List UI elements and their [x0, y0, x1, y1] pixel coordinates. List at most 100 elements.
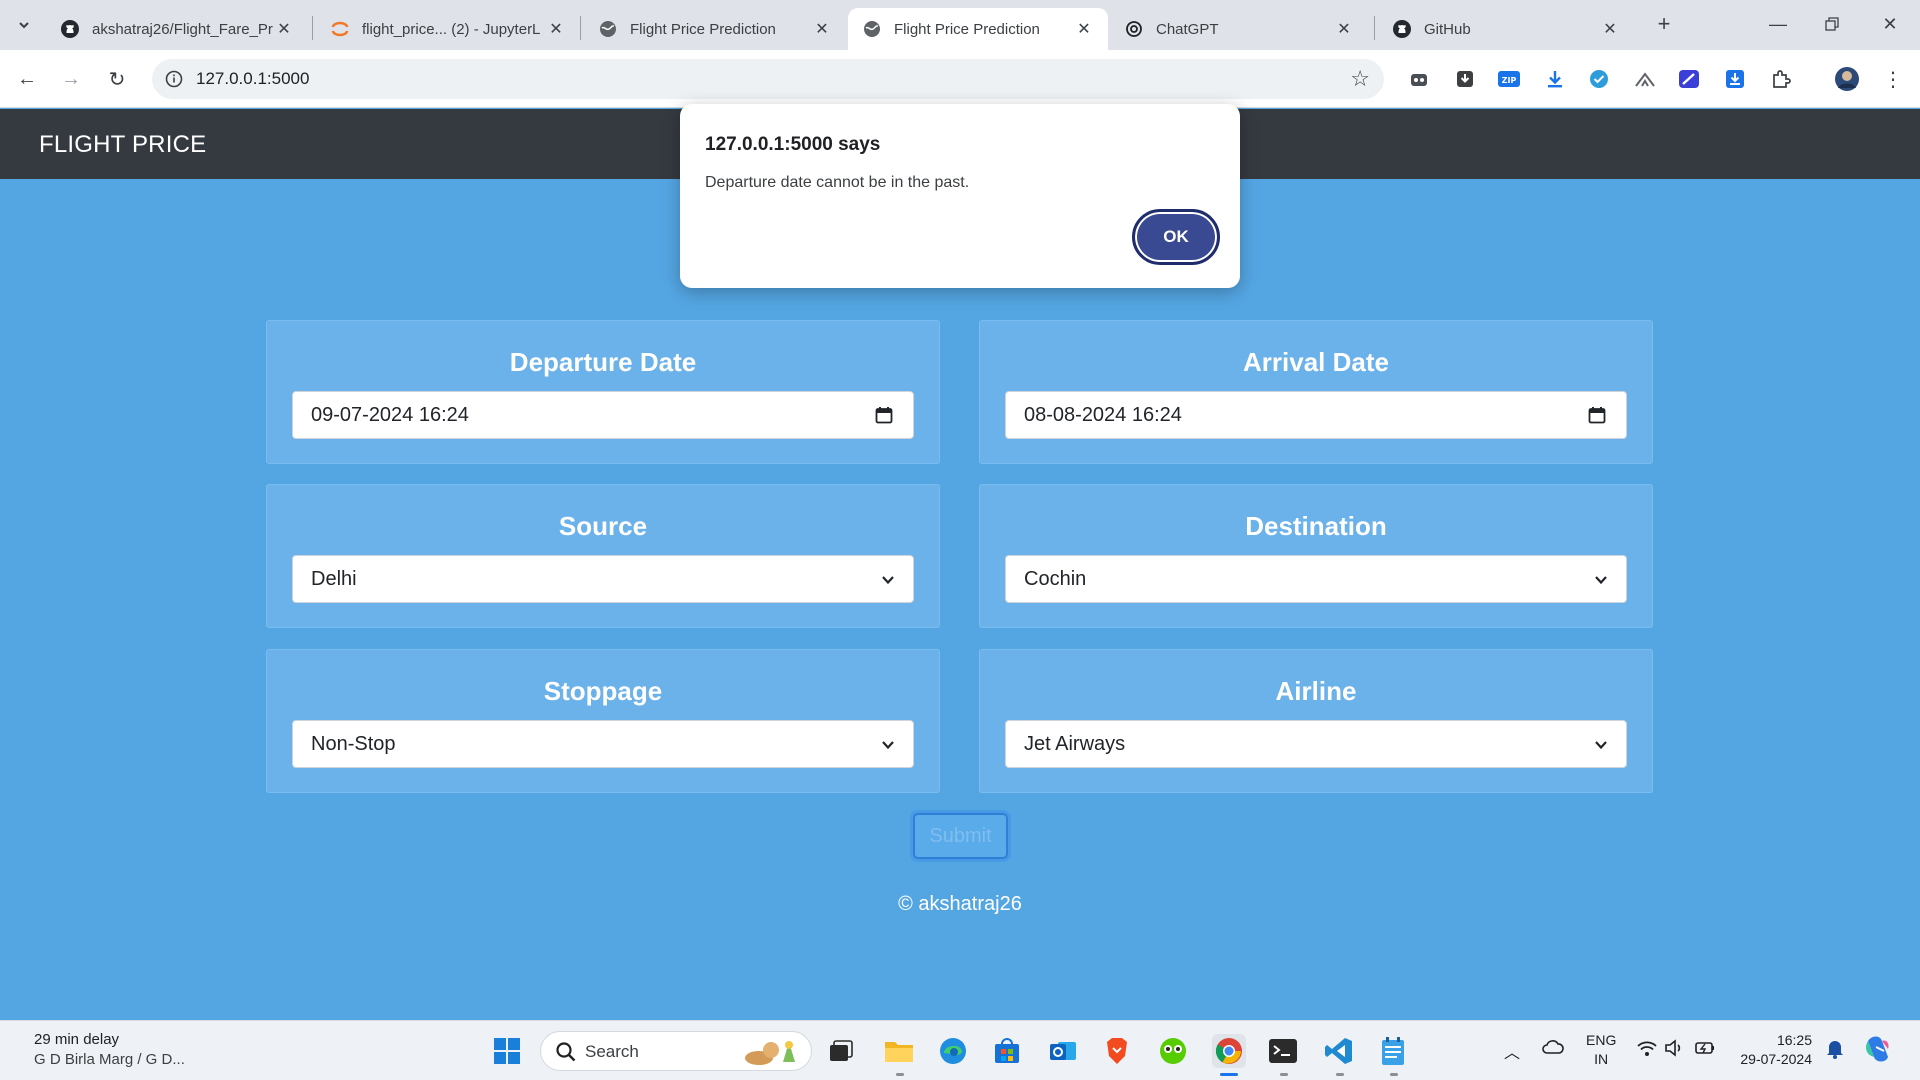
- bookmark-star-icon[interactable]: ☆: [1350, 66, 1370, 92]
- close-icon: ✕: [1882, 13, 1898, 34]
- outlook-icon: [1050, 1042, 1076, 1060]
- departure-date-label: Departure Date: [509, 347, 697, 377]
- site-info-icon[interactable]: [164, 69, 184, 89]
- chrome-taskbar-button[interactable]: [1212, 1034, 1246, 1068]
- edge-taskbar-button[interactable]: [936, 1034, 970, 1068]
- stoppage-value: Non-Stop: [311, 732, 396, 755]
- wifi-icon[interactable]: [1636, 1039, 1658, 1062]
- stoppage-select[interactable]: Non-Stop: [292, 720, 914, 768]
- extensions-puzzle-icon[interactable]: [1768, 66, 1794, 92]
- chevron-down-icon: [881, 569, 895, 590]
- submit-button[interactable]: Submit: [913, 813, 1008, 859]
- running-indicator: [1280, 1073, 1288, 1076]
- close-icon[interactable]: ✕: [812, 19, 832, 39]
- terminal-taskbar-button[interactable]: [1266, 1034, 1300, 1068]
- volume-icon[interactable]: [1664, 1039, 1686, 1062]
- close-icon[interactable]: ✕: [274, 19, 294, 39]
- alert-dialog: 127.0.0.1:5000 says Departure date canno…: [680, 104, 1240, 288]
- tab-title: flight_price... (2) - JupyterL: [362, 20, 541, 38]
- tab-flight-price-1[interactable]: Flight Price Prediction ✕: [584, 8, 846, 50]
- task-view-icon: [830, 1040, 853, 1061]
- tab-divider: [1374, 16, 1375, 40]
- start-button[interactable]: [490, 1034, 524, 1068]
- source-select[interactable]: Delhi: [292, 555, 914, 603]
- dialog-ok-button[interactable]: OK: [1132, 209, 1220, 265]
- destination-card: Destination Cochin: [979, 484, 1653, 628]
- windows-logo-icon: [494, 1038, 520, 1064]
- tab-flight-price-active[interactable]: Flight Price Prediction ✕: [848, 8, 1108, 50]
- store-icon: [995, 1038, 1019, 1063]
- extension-robot-icon[interactable]: [1406, 66, 1432, 92]
- close-icon[interactable]: ✕: [1074, 19, 1094, 39]
- outlook-taskbar-button[interactable]: [1046, 1034, 1080, 1068]
- search-icon: [556, 1042, 576, 1062]
- destination-label: Destination: [1245, 511, 1387, 541]
- tab-jupyter[interactable]: flight_price... (2) - JupyterL ✕: [316, 8, 580, 50]
- tab-divider: [580, 16, 581, 40]
- extension-check-icon[interactable]: [1586, 66, 1612, 92]
- extension-mountain-icon[interactable]: [1632, 66, 1658, 92]
- brave-taskbar-button[interactable]: [1100, 1034, 1134, 1068]
- notepad-taskbar-button[interactable]: [1376, 1034, 1410, 1068]
- airline-select[interactable]: Jet Airways: [1005, 720, 1627, 768]
- show-hidden-icons-chevron-up-icon[interactable]: ︿: [1504, 1039, 1520, 1063]
- onedrive-cloud-icon[interactable]: [1542, 1039, 1564, 1060]
- copilot-icon[interactable]: [1862, 1033, 1894, 1070]
- departure-date-card: Departure Date 09-07-2024 16:24: [266, 320, 940, 464]
- globe-icon: [598, 19, 618, 39]
- vscode-taskbar-button[interactable]: [1322, 1034, 1356, 1068]
- address-bar[interactable]: 127.0.0.1:5000 ☆: [152, 59, 1384, 99]
- edge-icon: [940, 1038, 966, 1064]
- calendar-icon[interactable]: [1586, 404, 1608, 426]
- weather-line-1: 29 min delay: [34, 1031, 120, 1048]
- minimize-button[interactable]: —: [1760, 8, 1796, 40]
- task-view-button[interactable]: [824, 1034, 858, 1068]
- tab-github-repo[interactable]: akshatraj26/Flight_Fare_Pr ✕: [46, 8, 308, 50]
- restore-button[interactable]: [1814, 8, 1850, 40]
- arrival-date-input[interactable]: 08-08-2024 16:24: [1005, 391, 1627, 439]
- running-indicator: [1336, 1073, 1344, 1076]
- calendar-icon[interactable]: [873, 404, 895, 426]
- extension-download-arrow-icon[interactable]: [1542, 66, 1568, 92]
- stoppage-label: Stoppage: [543, 676, 663, 706]
- brand-title[interactable]: FLIGHT PRICE: [39, 131, 206, 159]
- destination-select[interactable]: Cochin: [1005, 555, 1627, 603]
- microsoft-store-taskbar-button[interactable]: [990, 1034, 1024, 1068]
- tab-title: GitHub: [1424, 20, 1471, 38]
- extension-download-box-icon[interactable]: [1452, 66, 1478, 92]
- tab-title: Flight Price Prediction: [894, 20, 1040, 38]
- url-text[interactable]: 127.0.0.1:5000: [196, 69, 309, 89]
- menu-kebab-icon[interactable]: ⋮: [1880, 66, 1906, 92]
- arrow-right-icon: →: [61, 67, 81, 90]
- notification-bell-icon[interactable]: [1826, 1039, 1844, 1064]
- jupyter-icon: [330, 19, 350, 39]
- taskbar-search-box[interactable]: Search: [540, 1031, 812, 1071]
- input-language-indicator[interactable]: ENG IN: [1586, 1031, 1616, 1069]
- file-explorer-taskbar-button[interactable]: [882, 1034, 916, 1068]
- tab-search-button[interactable]: [10, 12, 38, 38]
- arrow-left-icon: ←: [17, 67, 37, 90]
- reload-button[interactable]: ↻: [102, 64, 132, 94]
- extension-pen-icon[interactable]: [1676, 66, 1702, 92]
- departure-date-input[interactable]: 09-07-2024 16:24: [292, 391, 914, 439]
- new-tab-button[interactable]: +: [1650, 10, 1678, 38]
- tab-title: ChatGPT: [1156, 20, 1219, 38]
- running-indicator-active: [1220, 1073, 1238, 1076]
- duolingo-taskbar-button[interactable]: [1156, 1034, 1190, 1068]
- arrival-date-card: Arrival Date 08-08-2024 16:24: [979, 320, 1653, 464]
- tab-github[interactable]: GitHub ✕: [1378, 8, 1634, 50]
- extension-save-icon[interactable]: [1722, 66, 1748, 92]
- close-icon[interactable]: ✕: [546, 19, 566, 39]
- battery-charging-icon[interactable]: [1694, 1039, 1716, 1062]
- extension-zip-icon[interactable]: ZIP: [1496, 66, 1522, 92]
- close-icon[interactable]: ✕: [1334, 19, 1354, 39]
- back-button[interactable]: ←: [12, 64, 42, 94]
- system-clock[interactable]: 16:25 29-07-2024: [1730, 1031, 1812, 1069]
- browser-toolbar: ← → ↻ 127.0.0.1:5000 ☆ ZIP ⋮: [0, 50, 1920, 108]
- close-icon[interactable]: ✕: [1600, 19, 1620, 39]
- forward-button[interactable]: →: [56, 64, 86, 94]
- source-card: Source Delhi: [266, 484, 940, 628]
- close-window-button[interactable]: ✕: [1872, 8, 1908, 40]
- tab-chatgpt[interactable]: ChatGPT ✕: [1110, 8, 1368, 50]
- profile-avatar[interactable]: [1834, 66, 1860, 92]
